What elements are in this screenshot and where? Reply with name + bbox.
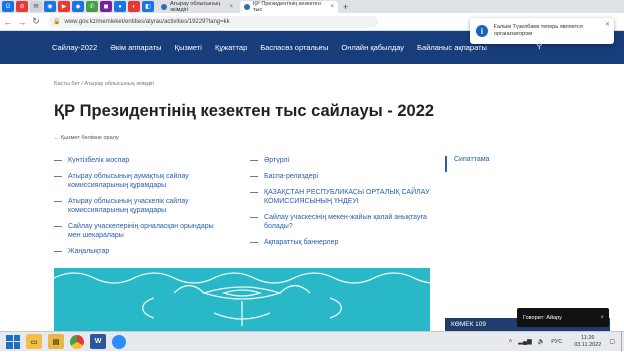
- network-icon[interactable]: ▂▄▆: [518, 338, 531, 345]
- language-indicator[interactable]: РУС: [551, 339, 562, 345]
- clock-date: 03.11.2022: [574, 341, 602, 348]
- notification-popup: i Ғалым Түзелбаев теперь является органи…: [470, 18, 614, 44]
- url-text: www.gov.kz/memleket/entities/atyrau/acti…: [64, 18, 230, 25]
- list-item[interactable]: Сайлау учаскелерінің орналасқан орындары…: [54, 222, 224, 240]
- list-item[interactable]: Атырау облысының аумақтық сайлау комисси…: [54, 172, 224, 190]
- volume-icon[interactable]: 🔈: [538, 338, 545, 345]
- close-icon[interactable]: ×: [600, 315, 604, 321]
- list-item[interactable]: Сайлау учаскесінің мекен-жайын қалай аны…: [250, 213, 430, 231]
- chrome-icon[interactable]: [70, 334, 84, 349]
- toast-text: Говорит: Айару: [523, 314, 562, 321]
- nav-item-activities[interactable]: Қызметі: [175, 43, 202, 52]
- left-link-list: Күнтізбелік жоспар Атырау облысының аума…: [54, 156, 224, 263]
- list-item[interactable]: Атырау облысының учаскелік сайлау комисс…: [54, 197, 224, 215]
- tab-favicon-icon[interactable]: ◐: [128, 1, 140, 12]
- windows-taskbar: ▭ ▤ W ˄ ▂▄▆ 🔈 РУС 11:26 03.11.2022 ▢: [0, 331, 624, 352]
- nav-item-akim-office[interactable]: Әкім аппараты: [110, 43, 161, 52]
- info-icon: i: [476, 25, 488, 37]
- tab-favicon-icon[interactable]: ◼: [100, 1, 112, 12]
- ornament-banner: [54, 268, 430, 331]
- lock-icon: 🔒: [53, 19, 61, 25]
- tab-favicon-icon[interactable]: ⊘: [16, 1, 28, 12]
- list-item[interactable]: Жаңалықтар: [54, 247, 224, 256]
- close-icon[interactable]: ×: [330, 4, 334, 10]
- tab-favicon-icon[interactable]: ◆: [72, 1, 84, 12]
- middle-link-list: Әртүрлі Баспа-релиздері ҚАЗАҚСТАН РЕСПУБ…: [250, 156, 430, 254]
- tab-favicon-icon[interactable]: ✉: [30, 1, 42, 12]
- page-title: ҚР Президентінің кезектен тыс сайлауы - …: [54, 102, 435, 120]
- nav-item-contacts[interactable]: Байланыс ақпараты: [417, 43, 487, 52]
- site-favicon-icon: [244, 3, 250, 10]
- notification-text: Ғалым Түзелбаев теперь является организа…: [494, 24, 583, 37]
- tab-title: ҚР Президентінің кезектен тыс: [253, 0, 321, 13]
- close-icon[interactable]: ✕: [605, 21, 610, 28]
- list-item[interactable]: Ақпараттық баннерлер: [250, 238, 430, 247]
- list-item[interactable]: Күнтізбелік жоспар: [54, 156, 224, 165]
- nav-item-online-reception[interactable]: Онлайн қабылдау: [341, 43, 404, 52]
- new-tab-button[interactable]: +: [343, 2, 348, 12]
- back-icon[interactable]: ←: [2, 17, 14, 27]
- ornament-pattern: [54, 272, 430, 326]
- tab-favicon-icon[interactable]: ◧: [142, 1, 154, 12]
- site-favicon-icon: [161, 3, 167, 10]
- browser-tab-strip: G ⊘ ✉ ◉ ▶ ◆ ✆ ◼ ● ◐ ◧ Атырау облысының ә…: [0, 0, 624, 13]
- list-item[interactable]: Әртүрлі: [250, 156, 430, 165]
- nav-item-press-center[interactable]: Баспасөз орталығы: [260, 43, 328, 52]
- tab-favicon-icon[interactable]: ✆: [86, 1, 98, 12]
- tab-favicon-icon[interactable]: ●: [114, 1, 126, 12]
- browser-tab[interactable]: Атырау облысының әкімдігі ×: [157, 1, 237, 13]
- tab-favicon-icon[interactable]: ◉: [44, 1, 56, 12]
- word-icon[interactable]: W: [90, 334, 106, 349]
- tab-favicon-icon[interactable]: ▶: [58, 1, 70, 12]
- nav-item-documents[interactable]: Құжаттар: [215, 43, 247, 52]
- system-tray: ˄ ▂▄▆ 🔈 РУС 11:26 03.11.2022 ▢: [509, 331, 624, 352]
- reload-icon[interactable]: ↻: [30, 16, 42, 27]
- breadcrumb[interactable]: Басты бет / Атырау облысының әкімдігі: [54, 81, 154, 87]
- file-explorer-icon[interactable]: ▭: [26, 334, 42, 349]
- clock[interactable]: 11:26 03.11.2022: [574, 335, 601, 348]
- zoom-icon[interactable]: [112, 334, 126, 349]
- nav-item-elections[interactable]: Сайлау-2022: [52, 43, 97, 52]
- browser-tab-active[interactable]: ҚР Президентінің кезектен тыс ×: [240, 0, 338, 13]
- windows-start-icon[interactable]: [6, 334, 20, 349]
- sidebar-item-description[interactable]: Сипаттама: [445, 156, 489, 172]
- tab-favicon-icon[interactable]: G: [2, 1, 14, 12]
- tab-title: Атырау облысының әкімдігі: [170, 0, 221, 13]
- close-icon[interactable]: ×: [229, 4, 233, 10]
- list-item[interactable]: Баспа-релиздері: [250, 172, 430, 181]
- url-input[interactable]: 🔒 www.gov.kz/memleket/entities/atyrau/ac…: [48, 15, 378, 28]
- back-to-section-link[interactable]: ← Қызмет бөлімне оралу: [54, 135, 119, 141]
- list-item[interactable]: ҚАЗАҚСТАН РЕСПУБЛИКАСЫ ОРТАЛЫҚ САЙЛАУ КО…: [250, 188, 430, 206]
- speech-toast: Говорит: Айару ×: [517, 308, 609, 327]
- chevron-up-icon[interactable]: ˄: [509, 339, 513, 345]
- folder-icon[interactable]: ▤: [48, 334, 64, 349]
- notifications-icon[interactable]: ▢: [609, 338, 615, 345]
- forward-icon[interactable]: →: [16, 17, 28, 27]
